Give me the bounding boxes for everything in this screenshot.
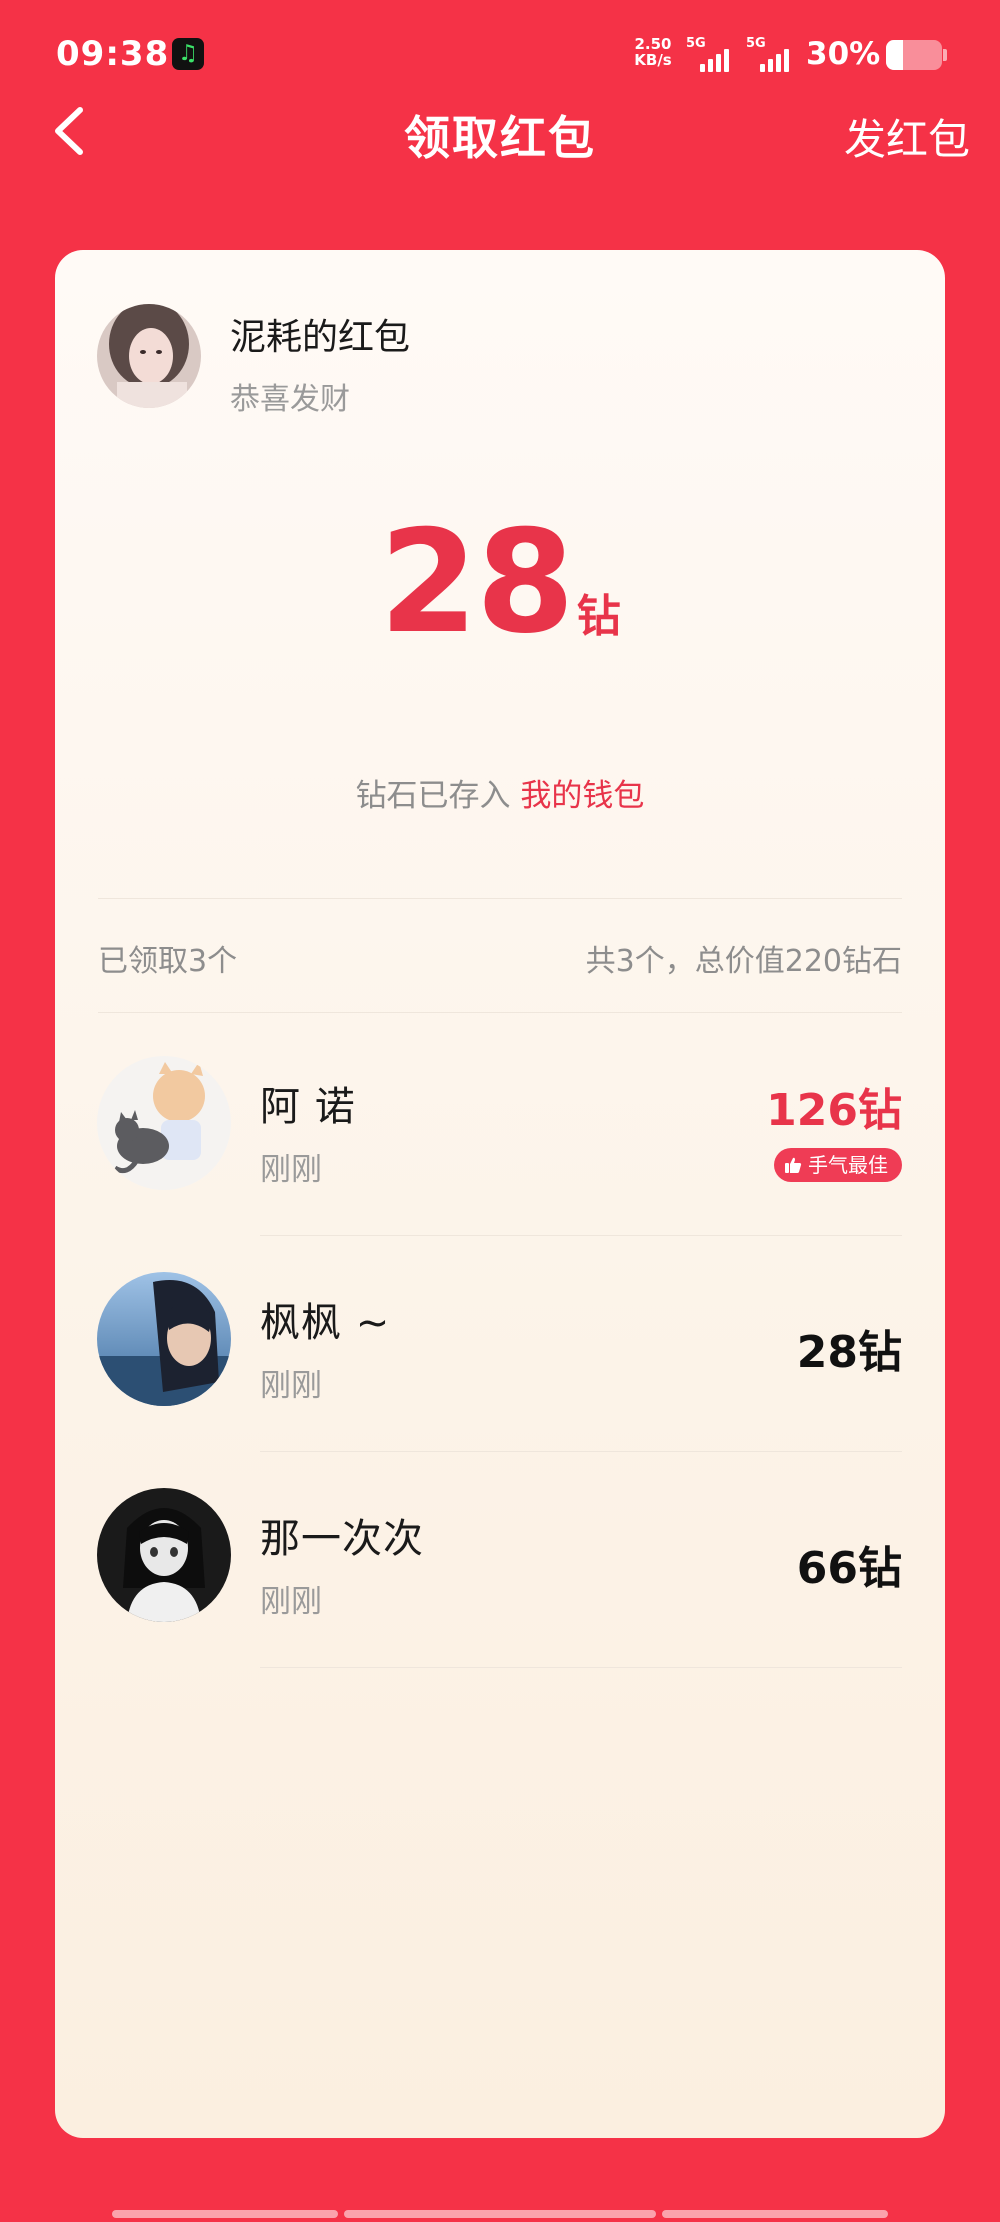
status-bar: 09:38 ♫ 2.50 KB/s 5G 5G 30% (0, 0, 1000, 110)
divider (98, 898, 902, 899)
thumbs-up-icon (785, 1157, 802, 1173)
best-luck-label: 手气最佳 (808, 1153, 888, 1177)
sender-greeting: 恭喜发财 (230, 382, 350, 417)
recipient-time: 刚刚 (260, 1584, 322, 1620)
recipient-name: 枫枫 ~ (260, 1300, 391, 1346)
red-packet-card: 泥耗的红包 恭喜发财 28钻 钻石已存入 我的钱包 已领取3个 共3个，总价值2… (55, 250, 945, 2138)
recipient-avatar[interactable] (97, 1056, 231, 1190)
recipient-name: 阿 诺 (260, 1084, 356, 1130)
claimed-count: 已领取3个 (98, 944, 238, 979)
received-amount: 28钻 (55, 500, 945, 665)
home-indicator (344, 2210, 656, 2218)
battery-fill (886, 40, 903, 70)
battery-cap (943, 49, 947, 61)
home-indicator (112, 2210, 338, 2218)
battery-icon (886, 40, 942, 70)
music-app-icon: ♫ (172, 38, 204, 70)
sender-name: 泥耗的红包 (230, 317, 411, 358)
battery-percent: 30% (806, 36, 881, 72)
amount-unit: 钻 (576, 591, 621, 642)
recipient-avatar[interactable] (97, 1488, 231, 1622)
recipient-avatar[interactable] (97, 1272, 231, 1406)
recipient-time: 刚刚 (260, 1152, 322, 1188)
sender-avatar[interactable] (97, 304, 201, 408)
network-speed: 2.50 KB/s (628, 36, 678, 68)
recipient-amount: 126钻 (766, 1085, 902, 1136)
status-time: 09:38 (56, 34, 170, 74)
recipient-name: 那一次次 (260, 1516, 424, 1562)
network-speed-unit: KB/s (634, 51, 672, 69)
home-indicator (662, 2210, 888, 2218)
best-luck-badge: 手气最佳 (774, 1148, 902, 1182)
wallet-note: 钻石已存入 我的钱包 (55, 770, 945, 815)
divider (260, 1667, 902, 1668)
network-speed-value: 2.50 (634, 35, 672, 53)
my-wallet-link[interactable]: 我的钱包 (520, 778, 644, 814)
divider (98, 1012, 902, 1013)
recipient-row[interactable]: 阿 诺 刚刚 126钻 手气最佳 (55, 1020, 945, 1236)
recipient-time: 刚刚 (260, 1368, 322, 1404)
amount-value: 28 (379, 500, 575, 665)
recipient-amount: 28钻 (796, 1327, 902, 1378)
recipient-amount: 66钻 (796, 1543, 902, 1594)
recipient-row[interactable]: 枫枫 ~ 刚刚 28钻 (55, 1236, 945, 1452)
send-red-packet-button[interactable]: 发红包 (844, 106, 970, 167)
total-summary: 共3个，总价值220钻石 (585, 944, 902, 979)
recipient-row[interactable]: 那一次次 刚刚 66钻 (55, 1452, 945, 1668)
wallet-note-text: 钻石已存入 (355, 778, 511, 814)
